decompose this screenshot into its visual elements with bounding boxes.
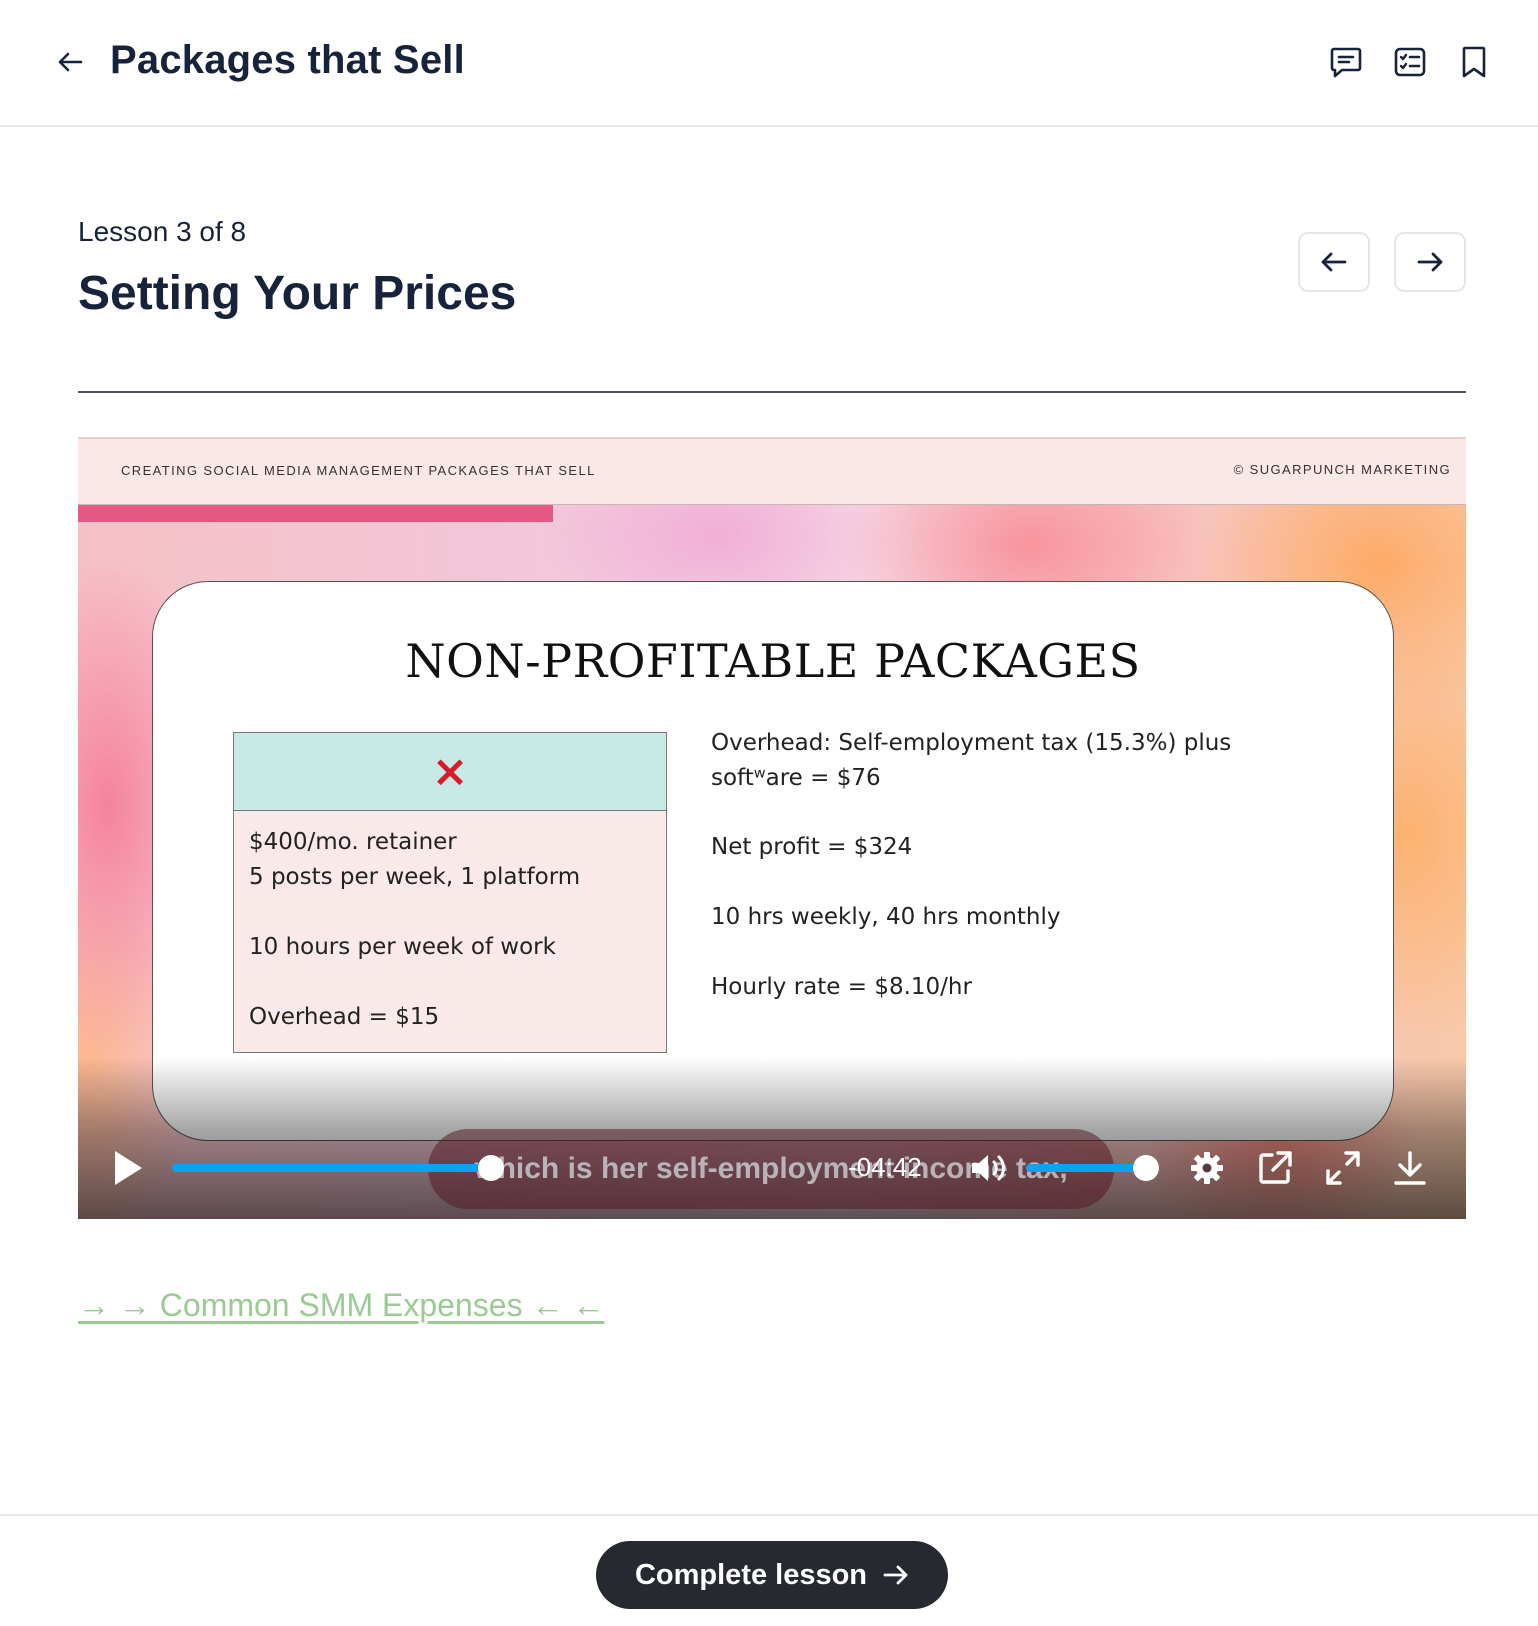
- course-title: Packages that Sell: [110, 38, 465, 82]
- mute-button[interactable]: [964, 1148, 1016, 1188]
- package-box-header: ×: [234, 733, 666, 811]
- comments-icon[interactable]: [1326, 42, 1366, 82]
- analysis-line: 10 hrs weekly, 40 hrs monthly: [711, 904, 1061, 930]
- slide-header: CREATING SOCIAL MEDIA MANAGEMENT PACKAGE…: [78, 437, 1466, 505]
- play-button[interactable]: [106, 1145, 150, 1191]
- volume-slider[interactable]: [1026, 1164, 1146, 1172]
- volume-icon: [972, 1155, 1005, 1181]
- back-arrow-icon[interactable]: [52, 44, 88, 80]
- expand-icon: [1326, 1151, 1360, 1185]
- arrow-right-icon: [1417, 252, 1443, 272]
- top-bar: Packages that Sell: [0, 0, 1538, 127]
- open-external-button[interactable]: [1254, 1147, 1296, 1189]
- slide-progress-bar: [78, 505, 553, 522]
- complete-lesson-label: Complete lesson: [634, 1558, 868, 1591]
- volume-handle[interactable]: [1133, 1155, 1159, 1181]
- external-link-icon: [1259, 1151, 1292, 1184]
- package-line: Overhead = $15: [249, 1004, 440, 1030]
- play-icon: [115, 1151, 142, 1185]
- x-mark-icon: ×: [431, 745, 469, 797]
- download-icon: [1394, 1151, 1426, 1185]
- package-line: 10 hours per week of work: [249, 934, 556, 960]
- slide-header-title: CREATING SOCIAL MEDIA MANAGEMENT PACKAGE…: [121, 463, 596, 478]
- next-lesson-button[interactable]: [1394, 232, 1466, 292]
- package-box: × $400/mo. retainer 5 posts per week, 1 …: [233, 732, 667, 1053]
- complete-lesson-button[interactable]: Complete lesson: [596, 1541, 948, 1609]
- settings-button[interactable]: [1186, 1147, 1228, 1189]
- gear-icon: [1191, 1152, 1223, 1184]
- checklist-icon[interactable]: [1390, 42, 1430, 82]
- lesson-title: Setting Your Prices: [78, 267, 517, 320]
- fullscreen-button[interactable]: [1322, 1147, 1364, 1189]
- previous-lesson-button[interactable]: [1298, 232, 1370, 292]
- analysis-line: softʷare = $76: [711, 765, 881, 791]
- section-divider: [78, 391, 1466, 393]
- footer-bar: Complete lesson: [0, 1514, 1538, 1626]
- time-remaining: -04:42: [848, 1152, 922, 1182]
- analysis-line: Hourly rate = $8.10/hr: [711, 974, 972, 1000]
- lesson-counter: Lesson 3 of 8: [78, 216, 247, 247]
- bookmark-icon[interactable]: [1454, 42, 1494, 82]
- video-player[interactable]: CREATING SOCIAL MEDIA MANAGEMENT PACKAGE…: [78, 437, 1466, 1219]
- slide-header-copyright: © SUGARPUNCH MARKETING: [1233, 462, 1451, 477]
- resource-link-common-smm-expenses[interactable]: → → Common SMM Expenses ← ←: [78, 1287, 604, 1324]
- seek-handle[interactable]: [478, 1155, 504, 1181]
- download-button[interactable]: [1389, 1147, 1431, 1189]
- slide-title: NON-PROFITABLE PACKAGES: [405, 634, 1141, 688]
- package-line: 5 posts per week, 1 platform: [249, 864, 581, 890]
- arrow-left-icon: [1321, 252, 1347, 272]
- arrow-right-icon: [883, 1565, 908, 1585]
- analysis-line: Overhead: Self-employment tax (15.3%) pl…: [711, 730, 1232, 756]
- analysis-line: Net profit = $324: [711, 834, 913, 860]
- seek-bar[interactable]: [172, 1164, 485, 1172]
- package-line: $400/mo. retainer: [249, 829, 457, 855]
